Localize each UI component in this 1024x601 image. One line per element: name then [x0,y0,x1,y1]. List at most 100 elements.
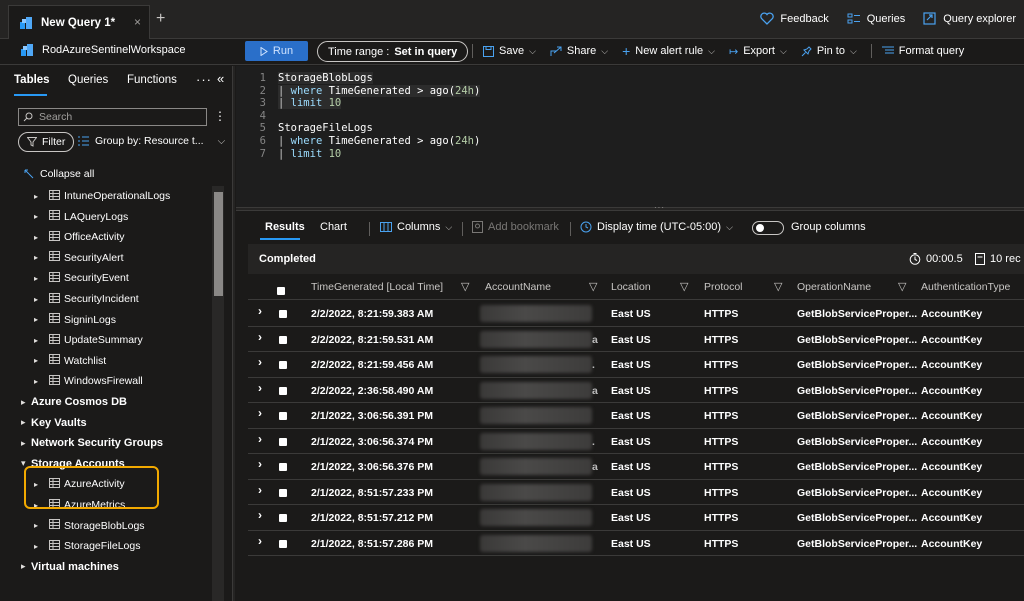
table-row[interactable]: › 2/1/2022, 3:06:56.376 PM a East US HTTPS Ge… [248,454,1024,480]
tree-table-item[interactable]: ▸ SecurityAlert [0,248,212,268]
row-checkbox[interactable] [279,437,287,446]
table-row[interactable]: › 2/2/2022, 8:21:59.531 AM a East US HTTPS Ge… [248,327,1024,352]
caret-right-icon[interactable]: ▸ [21,561,27,572]
tree-table-item[interactable]: ▸ LAQueryLogs [0,207,212,227]
filter-icon[interactable]: ▽ [680,280,688,293]
search-options-icon[interactable]: ⋮ [214,109,226,123]
collapse-panel-icon[interactable]: « [217,71,224,86]
close-tab-icon[interactable]: × [134,15,141,29]
table-row[interactable]: › 2/2/2022, 2:36:58.490 AM a East US HTTPS Ge… [248,378,1024,403]
caret-right-icon[interactable]: ▸ [34,253,40,262]
row-checkbox[interactable] [279,335,287,344]
row-checkbox[interactable] [279,488,287,497]
queries-button[interactable]: Queries [847,12,905,25]
tree-table-item[interactable]: ▸ IntuneOperationalLogs [0,186,212,206]
tree-group[interactable]: ▸ Network Security Groups [0,433,212,453]
tree-table-item[interactable]: ▸ SecurityEvent [0,268,212,288]
save-button[interactable]: Save ⌵ [483,45,536,57]
code-line[interactable]: 3 | limit 10 [236,97,1024,110]
row-checkbox[interactable] [279,539,287,548]
splitter-grip-icon[interactable]: ··· [654,203,665,212]
feedback-button[interactable]: Feedback [760,12,829,25]
search-input[interactable]: Search [18,108,207,126]
query-explorer-button[interactable]: Query explorer [923,12,1016,25]
row-checkbox[interactable] [279,310,287,318]
expand-row-icon[interactable]: › [258,406,262,420]
column-header-location[interactable]: Location [611,281,651,293]
row-checkbox[interactable] [279,463,287,471]
table-row[interactable]: › 2/1/2022, 3:06:56.374 PM. East US HTTPS Ge… [248,429,1024,454]
tree-table-item[interactable]: ▸ Watchlist [0,351,212,371]
query-editor[interactable]: 1 StorageBlobLogs 2 | where TimeGenerated >… [236,66,1024,209]
query-tab[interactable]: New Query 1* × [8,5,150,39]
table-row[interactable]: › 2/1/2022, 3:06:56.391 PM East US HTTPS Get… [248,403,1024,429]
caret-right-icon[interactable]: ▸ [21,397,27,408]
workspace-selector[interactable]: RodAzureSentinelWorkspace [20,43,185,57]
table-row[interactable]: › 2/1/2022, 8:51:57.233 PM East US HTTPS Get… [248,480,1024,505]
filter-icon[interactable]: ▽ [589,280,597,293]
column-header-accountname[interactable]: AccountName [485,281,551,293]
table-row[interactable]: › 2/2/2022, 8:21:59.456 AM. East US HTTPS Ge… [248,352,1024,378]
tree-table-item[interactable]: ▸ StorageBlobLogs [0,516,212,536]
code-line[interactable]: 6 | where TimeGenerated > ago(24h) [236,135,1024,148]
filter-icon[interactable]: ▽ [774,280,782,293]
tree-table-item[interactable]: ▸ SecurityIncident [0,289,212,309]
tree-group[interactable]: ▸ Key Vaults [0,413,212,433]
code-line[interactable]: 1 StorageBlobLogs [236,72,1024,85]
time-range-button[interactable]: Time range : Set in query [317,41,469,62]
tree-table-item[interactable]: ▸ WindowsFirewall [0,371,212,391]
tree-table-item[interactable]: ▸ OfficeActivity [0,227,212,247]
expand-row-icon[interactable]: › [258,381,262,395]
caret-right-icon[interactable]: ▸ [34,212,40,221]
pin-to-button[interactable]: Pin to ⌵ [801,45,857,57]
caret-right-icon[interactable]: ▸ [34,521,40,530]
tree-group[interactable]: ▸ Virtual machines [0,557,212,577]
tab-functions[interactable]: Functions [127,74,177,86]
expand-row-icon[interactable]: › [258,508,262,522]
filter-icon[interactable]: ▽ [461,280,469,293]
table-row[interactable]: › 2/1/2022, 8:51:57.286 PM East US HTTPS Get… [248,531,1024,556]
new-alert-rule-button[interactable]: + New alert rule ⌵ [622,43,715,59]
tab-chart[interactable]: Chart [320,221,347,233]
filter-icon[interactable]: ▽ [898,280,906,293]
collapse-all-button[interactable]: Collapse all [24,168,94,180]
columns-button[interactable]: Columns ⌵ [380,221,452,233]
column-header-operationname[interactable]: OperationName [797,281,871,293]
add-tab-icon[interactable]: + [156,11,165,27]
display-time-dropdown[interactable]: Display time (UTC-05:00) ⌵ [580,221,733,233]
editor-results-splitter[interactable] [236,207,1024,211]
expand-row-icon[interactable]: › [258,432,262,446]
tree-table-item[interactable]: ▸ StorageFileLogs [0,536,212,556]
caret-right-icon[interactable]: ▸ [34,315,40,324]
expand-row-icon[interactable]: › [258,355,262,369]
code-line[interactable]: 2 | where TimeGenerated > ago(24h) [236,84,1024,98]
table-row[interactable]: › 2/2/2022, 8:21:59.383 AM East US HTTPS Get… [248,301,1024,327]
caret-right-icon[interactable]: ▸ [34,233,40,242]
code-line[interactable]: 4 [236,110,1024,123]
tree-table-item[interactable]: ▸ SigninLogs [0,310,212,330]
row-checkbox[interactable] [279,412,287,420]
caret-right-icon[interactable]: ▸ [34,295,40,304]
group-columns-toggle[interactable] [752,221,784,235]
scrollbar-thumb[interactable] [214,192,223,296]
caret-right-icon[interactable]: ▸ [34,356,40,365]
tab-tables[interactable]: Tables [14,74,50,86]
column-header-timegenerated[interactable]: TimeGenerated [Local Time] [311,281,443,293]
code-line[interactable]: 5 StorageFileLogs [236,122,1024,135]
filter-button[interactable]: Filter [18,132,75,152]
caret-right-icon[interactable]: ▸ [34,377,40,386]
panel-splitter[interactable] [232,66,235,601]
code-line[interactable]: 7 | limit 10 [236,148,1024,161]
expand-row-icon[interactable]: › [258,330,262,344]
caret-right-icon[interactable]: ▸ [34,542,40,551]
row-checkbox[interactable] [279,514,287,522]
more-icon[interactable]: ··· [196,72,212,87]
expand-row-icon[interactable]: › [258,483,262,497]
export-button[interactable]: ↦ Export ⌵ [729,45,787,58]
tree-table-item[interactable]: ▸ UpdateSummary [0,330,212,350]
expand-row-icon[interactable]: › [258,304,262,318]
tab-results[interactable]: Results [265,221,305,233]
caret-right-icon[interactable]: ▸ [21,438,27,449]
add-bookmark-button[interactable]: Add bookmark [472,221,559,233]
run-button[interactable]: Run [245,41,308,61]
